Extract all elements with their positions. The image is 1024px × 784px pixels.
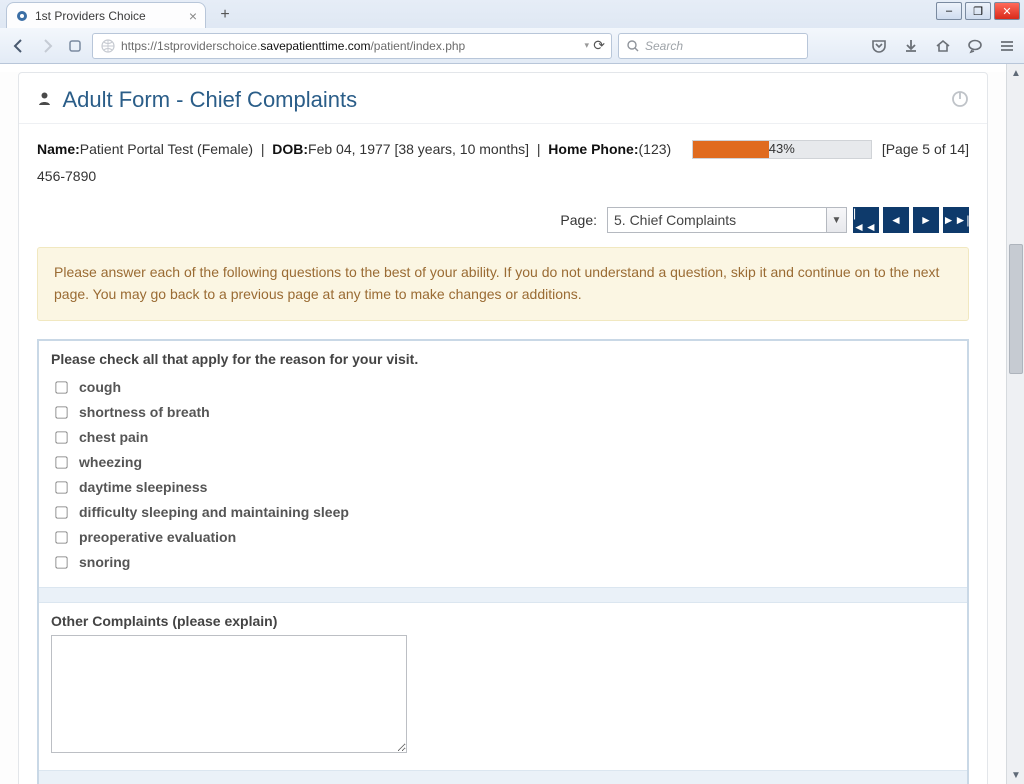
scroll-down-icon[interactable]: ▼ — [1007, 766, 1024, 784]
patient-info-row: Name:Patient Portal Test (Female) | DOB:… — [37, 124, 969, 199]
pocket-icon[interactable] — [870, 37, 888, 55]
chat-icon[interactable] — [966, 37, 984, 55]
section-separator — [39, 770, 967, 784]
form-card: Adult Form - Chief Complaints Name:Patie… — [18, 72, 988, 784]
scroll-up-icon[interactable]: ▲ — [1007, 64, 1024, 82]
other-complaints-section: Other Complaints (please explain) — [39, 603, 967, 770]
check-item-daytime-sleepiness: daytime sleepiness — [51, 475, 955, 500]
progress-bar: 43% — [692, 140, 872, 159]
paginator-label: Page: — [560, 212, 597, 228]
check-item-chest-pain: chest pain — [51, 425, 955, 450]
home-icon[interactable] — [934, 37, 952, 55]
url-host: savepatienttime.com — [260, 39, 370, 53]
toolbar-icons — [870, 37, 1016, 55]
window-minimize-button[interactable]: ‒ — [936, 2, 962, 20]
url-bar[interactable]: https://1stproviderschoice.savepatientti… — [92, 33, 612, 59]
search-placeholder: Search — [645, 39, 683, 53]
identity-icon[interactable] — [64, 35, 86, 57]
browser-tab[interactable]: 1st Providers Choice × — [6, 2, 206, 28]
nav-last-button[interactable]: ►►| — [943, 207, 969, 233]
window-controls: ‒ ❐ ✕ — [936, 2, 1020, 20]
question-prompt: Please check all that apply for the reas… — [39, 341, 967, 375]
tab-strip: 1st Providers Choice × + ‒ ❐ ✕ — [0, 0, 1024, 28]
check-item-cough: cough — [51, 375, 955, 400]
page-title-text: Adult Form - Chief Complaints — [62, 87, 357, 112]
url-dropdown-icon[interactable]: ▾ — [584, 40, 589, 51]
checkbox-label: snoring — [79, 554, 130, 570]
name-value: Patient Portal Test (Female) — [80, 141, 253, 157]
checkbox-daytime-sleepiness[interactable] — [55, 481, 67, 493]
checkbox-preop[interactable] — [55, 531, 67, 543]
browser-nav-bar: https://1stproviderschoice.savepatientti… — [0, 28, 1024, 64]
search-icon — [627, 40, 639, 52]
check-item-preop: preoperative evaluation — [51, 525, 955, 550]
nav-first-button[interactable]: |◄◄ — [853, 207, 879, 233]
logout-icon[interactable] — [951, 90, 969, 111]
section-separator — [39, 587, 967, 603]
checkbox-label: chest pain — [79, 429, 148, 445]
new-tab-button[interactable]: + — [214, 4, 236, 26]
page-counter: [Page 5 of 14] — [882, 136, 969, 163]
window-maximize-button[interactable]: ❐ — [965, 2, 991, 20]
forward-button[interactable] — [36, 35, 58, 57]
progress-percent: 43% — [693, 141, 871, 158]
nav-prev-button[interactable]: ◄ — [883, 207, 909, 233]
back-button[interactable] — [8, 35, 30, 57]
tab-close-icon[interactable]: × — [189, 8, 197, 24]
tab-title: 1st Providers Choice — [35, 9, 146, 23]
paginator-top: Page: 5. Chief Complaints ▼ |◄◄ ◄ ► ►►| — [37, 199, 969, 247]
checkbox-label: cough — [79, 379, 121, 395]
download-icon[interactable] — [902, 37, 920, 55]
home-phone-label: Home Phone: — [548, 141, 638, 157]
search-box[interactable]: Search — [618, 33, 808, 59]
dob-value: Feb 04, 1977 [38 years, 10 months] — [308, 141, 529, 157]
globe-icon — [101, 39, 115, 53]
vertical-scrollbar[interactable]: ▲ ▼ — [1006, 64, 1024, 784]
checkbox-sob[interactable] — [55, 406, 67, 418]
reload-icon[interactable]: ⟳ — [593, 37, 605, 54]
checkbox-label: preoperative evaluation — [79, 529, 236, 545]
checkbox-label: shortness of breath — [79, 404, 210, 420]
browser-chrome: 1st Providers Choice × + ‒ ❐ ✕ https://1… — [0, 0, 1024, 65]
tab-favicon-icon — [15, 9, 29, 23]
checkbox-label: wheezing — [79, 454, 142, 470]
checkbox-label: daytime sleepiness — [79, 479, 207, 495]
page-select[interactable]: 5. Chief Complaints ▼ — [607, 207, 847, 233]
nav-next-button[interactable]: ► — [913, 207, 939, 233]
check-item-sob: shortness of breath — [51, 400, 955, 425]
page-title: Adult Form - Chief Complaints — [37, 87, 357, 113]
checkbox-chest-pain[interactable] — [55, 431, 67, 443]
check-item-snoring: snoring — [51, 550, 955, 575]
name-label: Name: — [37, 141, 80, 157]
card-header: Adult Form - Chief Complaints — [19, 73, 987, 124]
check-item-difficulty-sleeping: difficulty sleeping and maintaining slee… — [51, 500, 955, 525]
person-icon — [37, 93, 56, 110]
checkbox-label: difficulty sleeping and maintaining slee… — [79, 504, 349, 520]
other-complaints-textarea[interactable] — [51, 635, 407, 753]
page-select-value: 5. Chief Complaints — [614, 212, 736, 228]
progress-wrap: 43% [Page 5 of 14] — [692, 136, 969, 163]
dob-label: DOB: — [272, 141, 308, 157]
checkbox-snoring[interactable] — [55, 556, 67, 568]
checkbox-wheezing[interactable] — [55, 456, 67, 468]
checkbox-cough[interactable] — [55, 381, 67, 393]
home-phone-value-part1: (123) — [639, 141, 672, 157]
url-prefix: https://1stproviderschoice. — [121, 39, 260, 53]
home-phone-value-part2: 456-7890 — [37, 168, 96, 184]
checkbox-list: cough shortness of breath chest pain whe… — [39, 375, 967, 587]
url-path: /patient/index.php — [370, 39, 465, 53]
page-viewport: Adult Form - Chief Complaints Name:Patie… — [0, 64, 1006, 784]
check-item-wheezing: wheezing — [51, 450, 955, 475]
other-complaints-label: Other Complaints (please explain) — [51, 613, 955, 629]
scroll-thumb[interactable] — [1009, 244, 1023, 374]
instructions-alert: Please answer each of the following ques… — [37, 247, 969, 320]
checkbox-difficulty-sleeping[interactable] — [55, 506, 67, 518]
chevron-down-icon: ▼ — [826, 208, 846, 232]
menu-icon[interactable] — [998, 37, 1016, 55]
question-panel: Please check all that apply for the reas… — [37, 339, 969, 784]
window-close-button[interactable]: ✕ — [994, 2, 1020, 20]
